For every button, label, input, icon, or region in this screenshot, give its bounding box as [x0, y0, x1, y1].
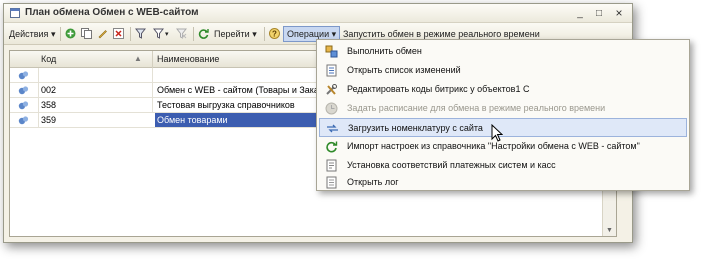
node-icon [18, 86, 29, 95]
name-cell: Тестовая выгрузка справочников [157, 100, 295, 110]
name-cell: Обмен с WEB - сайтом (Товары и Заказ [157, 85, 320, 95]
close-button[interactable]: × [612, 7, 626, 20]
operations-dropdown-menu: Выполнить обмен Открыть список изменений… [316, 39, 690, 191]
goto-label: Перейти [214, 29, 250, 39]
code-cell: 358 [41, 100, 57, 110]
menu-item-label: Загрузить номенклатуру с сайта [348, 123, 483, 133]
delete-icon[interactable] [113, 28, 124, 39]
node-icon [18, 101, 29, 110]
goto-menu-button[interactable]: Перейти ▾ [214, 27, 257, 42]
edit-icon[interactable] [97, 28, 108, 39]
chevron-down-icon: ▾ [252, 29, 257, 39]
menu-item-load-nomenclature[interactable]: Загрузить номенклатуру с сайта [319, 118, 687, 137]
svg-text:?: ? [272, 30, 277, 39]
maximize-button[interactable]: □ [592, 7, 606, 20]
menu-item-label: Открыть список изменений [347, 65, 461, 75]
code-cell: 359 [41, 115, 57, 125]
chevron-down-icon[interactable]: ▾ [165, 27, 169, 42]
toolbar-separator [130, 27, 131, 41]
menu-item-open-changes[interactable]: Открыть список изменений [319, 61, 687, 80]
cell-divider [38, 83, 39, 97]
menu-item-label: Импорт настроек из справочника "Настройк… [347, 141, 640, 151]
exchange-icon [325, 45, 338, 58]
refresh-icon [326, 141, 338, 153]
operations-label: Операции [287, 29, 330, 39]
log-icon [326, 176, 337, 189]
toolbar-separator [264, 27, 265, 41]
cell-divider [38, 98, 39, 112]
filter-icon[interactable] [135, 28, 146, 39]
download-icon [327, 124, 338, 133]
code-cell: 002 [41, 85, 57, 95]
cell-divider [38, 113, 39, 127]
menu-item-realtime-schedule: Задать расписание для обмена в режиме ре… [319, 99, 687, 118]
menu-item-open-log[interactable]: Открыть лог [319, 175, 687, 190]
cell-divider [38, 68, 39, 82]
add-icon[interactable] [65, 28, 76, 39]
schedule-icon [325, 102, 338, 115]
name-cell: Обмен товарами [157, 115, 228, 125]
window-title: План обмена Обмен с WEB-сайтом [25, 7, 199, 18]
column-header-code[interactable]: Код [41, 54, 56, 64]
help-icon[interactable]: ? [269, 28, 280, 39]
column-header-name[interactable]: Наименование [157, 54, 219, 64]
menu-item-label: Выполнить обмен [347, 46, 422, 56]
node-icon [18, 71, 29, 80]
menu-item-import-settings[interactable]: Импорт настроек из справочника "Настройк… [319, 137, 687, 156]
list-icon [326, 64, 337, 77]
toolbar-separator [60, 27, 61, 41]
menu-item-label: Редактировать коды битрикс у объектов1 С [347, 84, 530, 94]
column-divider[interactable] [152, 51, 153, 68]
menu-item-label: Задать расписание для обмена в режиме ре… [347, 103, 606, 113]
cell-divider [152, 98, 153, 112]
filter-clear-icon[interactable] [176, 28, 187, 39]
chevron-down-icon: ▾ [331, 29, 337, 39]
actions-label: Действия [9, 29, 49, 39]
tools-icon [326, 84, 337, 95]
minimize-button[interactable]: _ [573, 7, 587, 20]
chevron-down-icon: ▾ [50, 29, 56, 39]
mouse-cursor-icon [491, 124, 503, 142]
copy-icon[interactable] [81, 28, 92, 39]
cell-divider [152, 68, 153, 82]
node-icon [18, 116, 29, 125]
scroll-down-icon[interactable]: ▼ [606, 227, 613, 234]
menu-item-label: Установка соответствий платежных систем … [347, 160, 556, 170]
actions-menu-button[interactable]: Действия ▾ [9, 27, 55, 42]
menu-item-edit-bitrix-codes[interactable]: Редактировать коды битрикс у объектов1 С [319, 80, 687, 99]
menu-item-label: Открыть лог [347, 177, 399, 187]
document-icon [326, 159, 337, 172]
refresh-icon[interactable] [198, 28, 209, 39]
sort-icon[interactable]: ▲ [134, 54, 142, 63]
toolbar-separator [193, 27, 194, 41]
filter-set-icon[interactable] [153, 28, 164, 39]
menu-item-run-exchange[interactable]: Выполнить обмен [319, 42, 687, 61]
form-icon [10, 8, 20, 18]
window-titlebar[interactable]: План обмена Обмен с WEB-сайтом _ □ × [4, 4, 632, 23]
menu-item-payment-mapping[interactable]: Установка соответствий платежных систем … [319, 156, 687, 175]
cell-divider [152, 83, 153, 97]
